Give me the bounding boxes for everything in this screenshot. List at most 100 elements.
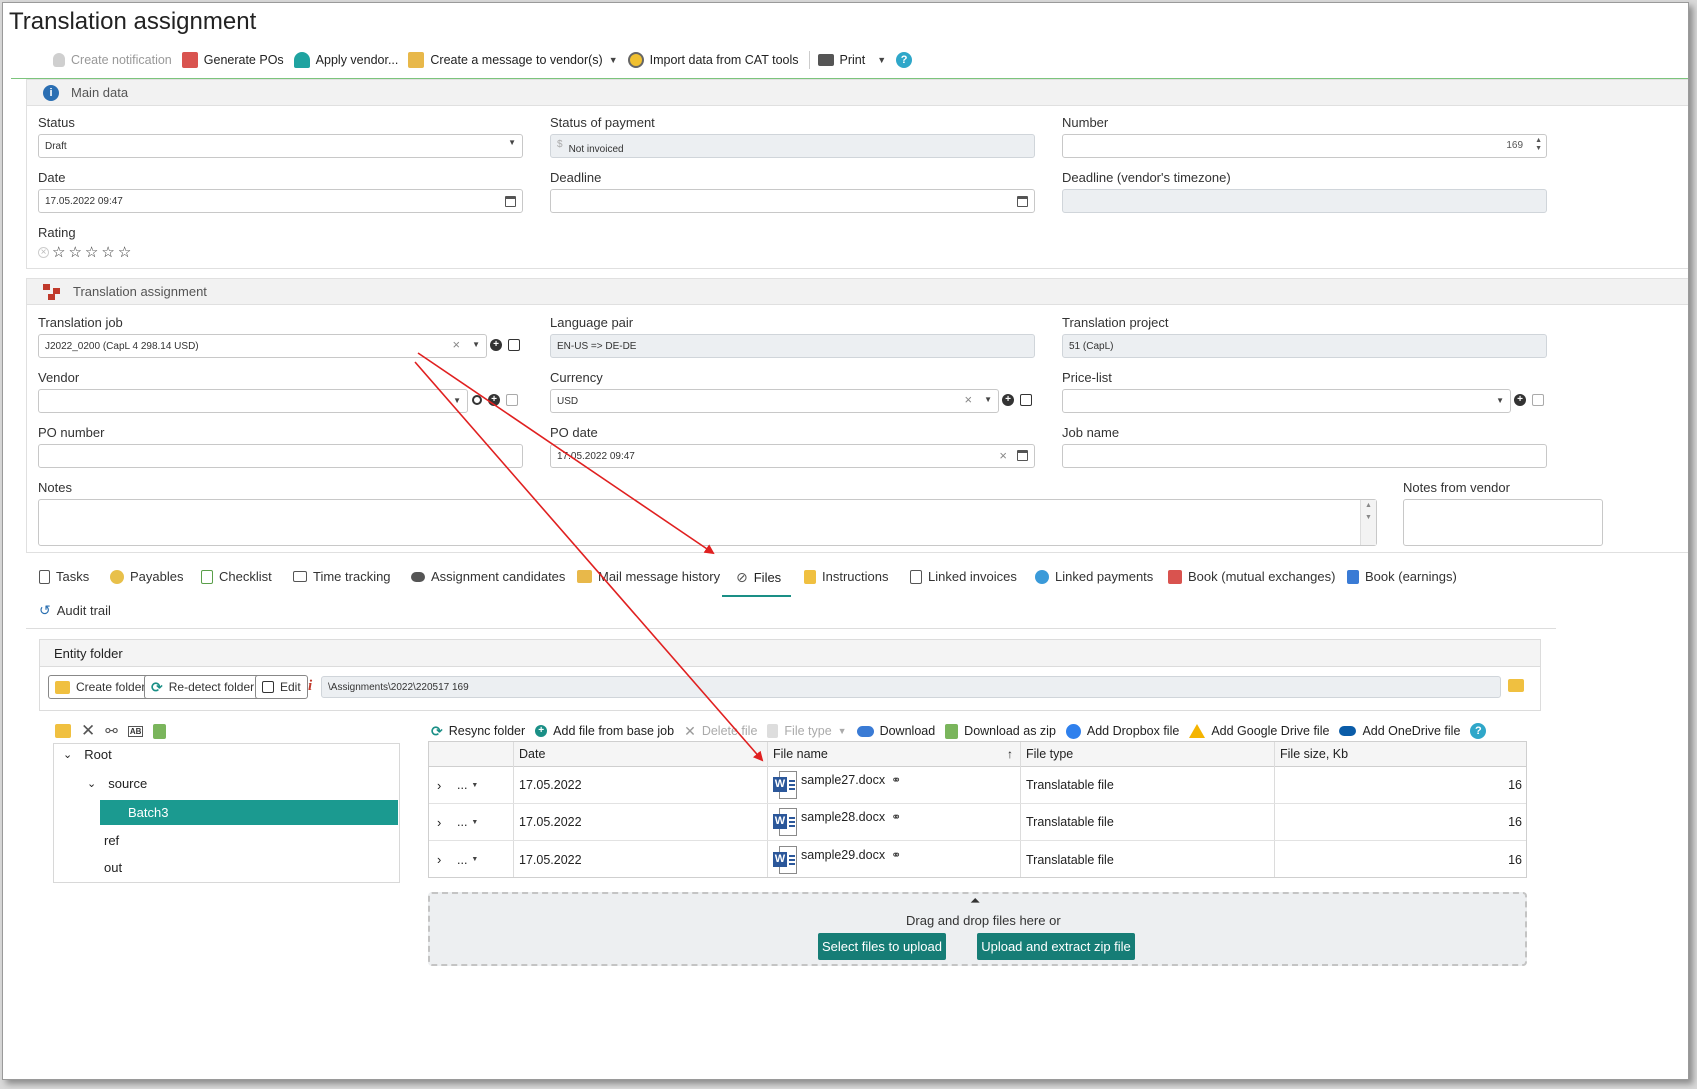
rating-stars[interactable]: × ☆ ☆ ☆ ☆ ☆ <box>38 243 131 261</box>
tab-mail-history[interactable]: Mail message history <box>577 569 720 584</box>
help-button[interactable]: ? <box>896 52 913 68</box>
table-row[interactable]: › ... ▼ 17.05.2022 W sample27.docx ⚭ Tran… <box>429 767 1526 804</box>
add-icon[interactable]: + <box>490 339 502 351</box>
tab-instructions[interactable]: Instructions <box>804 569 888 584</box>
notes-from-vendor-field[interactable] <box>1403 499 1603 546</box>
select-files-button[interactable]: Select files to upload <box>818 933 946 960</box>
print-button[interactable]: Print ▼ <box>817 53 886 67</box>
cell-file-name[interactable]: W sample27.docx ⚭ <box>773 767 901 803</box>
apply-vendor-button[interactable]: Apply vendor... <box>293 52 398 68</box>
edit-icon[interactable] <box>1020 394 1032 406</box>
generate-pos-button[interactable]: Generate POs <box>181 52 284 68</box>
price-list-select[interactable]: ▼ <box>1062 389 1511 413</box>
create-folder-button[interactable]: Create folder <box>48 675 153 699</box>
currency-select[interactable]: USD × ▼ <box>550 389 999 413</box>
clear-rating-icon[interactable]: × <box>38 246 49 258</box>
link-icon[interactable]: ⚭ <box>891 773 901 787</box>
add-file-from-base-button[interactable]: + Add file from base job <box>535 724 674 738</box>
chevron-down-icon[interactable]: ▼ <box>877 55 886 65</box>
notes-textarea[interactable]: ▲ ▼ <box>38 499 1377 546</box>
tree-node-ref[interactable]: ref <box>104 833 119 848</box>
tab-audit-trail[interactable]: ↺ Audit trail <box>39 602 111 619</box>
help-button[interactable]: ? <box>1470 723 1487 739</box>
column-header-file-type[interactable]: File type <box>1026 742 1073 766</box>
add-icon[interactable]: + <box>488 394 500 406</box>
column-header-file-size[interactable]: File size, Kb <box>1280 742 1348 766</box>
tab-assignment-candidates[interactable]: Assignment candidates <box>411 569 565 584</box>
add-dropbox-button[interactable]: Add Dropbox file <box>1065 723 1179 739</box>
unlink-icon[interactable]: ⚯ <box>105 722 118 740</box>
tab-linked-payments[interactable]: Linked payments <box>1035 569 1153 584</box>
row-menu[interactable]: ... ▼ <box>457 767 478 803</box>
star-icon[interactable]: ☆ <box>85 243 98 261</box>
redetect-folder-button[interactable]: ⟳ Re-detect folder <box>144 675 262 699</box>
column-header-file-name[interactable]: File name ↑ <box>773 742 1013 766</box>
tab-checklist[interactable]: Checklist <box>201 569 272 584</box>
edit-icon[interactable] <box>508 339 520 351</box>
job-name-field[interactable] <box>1062 444 1547 468</box>
column-header-date[interactable]: Date <box>519 742 545 766</box>
rename-icon[interactable]: AB <box>127 725 144 737</box>
clear-icon[interactable]: × <box>452 337 460 352</box>
sort-asc-icon[interactable]: ↑ <box>1007 747 1013 761</box>
star-icon[interactable]: ☆ <box>68 243 81 261</box>
chevron-right-icon[interactable]: › <box>437 767 441 803</box>
table-row[interactable]: › ... ▼ 17.05.2022 W sample28.docx ⚭ Tran… <box>429 804 1526 841</box>
create-message-button[interactable]: Create a message to vendor(s) ▼ <box>408 52 618 68</box>
po-number-field[interactable] <box>38 444 523 468</box>
chevron-down-icon[interactable]: ▼ <box>1496 396 1504 405</box>
row-menu[interactable]: ... ▼ <box>457 841 478 878</box>
clear-icon[interactable]: × <box>964 392 972 407</box>
star-icon[interactable]: ☆ <box>101 243 114 261</box>
tab-time-tracking[interactable]: Time tracking <box>293 569 391 584</box>
status-select[interactable]: Draft ▼ <box>38 134 523 158</box>
edit-folder-button[interactable]: Edit <box>255 675 308 699</box>
vendor-select[interactable]: ▼ <box>38 389 468 413</box>
number-field[interactable]: 169 ▲ ▼ <box>1062 134 1547 158</box>
add-onedrive-button[interactable]: Add OneDrive file <box>1339 724 1460 738</box>
date-field[interactable]: 17.05.2022 09:47 <box>38 189 523 213</box>
chevron-right-icon[interactable]: › <box>437 841 441 878</box>
tab-linked-invoices[interactable]: Linked invoices <box>910 569 1017 584</box>
clear-icon[interactable]: × <box>999 448 1007 463</box>
open-folder-icon[interactable] <box>1508 679 1524 692</box>
create-notification-button[interactable]: Create notification <box>53 53 172 67</box>
table-row[interactable]: › ... ▼ 17.05.2022 W sample29.docx ⚭ Tran… <box>429 841 1526 878</box>
file-name[interactable]: sample29.docx <box>801 848 885 862</box>
chevron-right-icon[interactable]: › <box>437 804 441 840</box>
chevron-down-icon[interactable]: ⌄ <box>63 748 72 761</box>
star-icon[interactable]: ☆ <box>118 243 131 261</box>
delete-icon[interactable]: ✕ <box>81 721 95 741</box>
tab-tasks[interactable]: Tasks <box>39 569 89 584</box>
resync-folder-button[interactable]: ⟳ Resync folder <box>431 723 525 740</box>
tree-node-root[interactable]: ⌄ Root <box>63 747 112 762</box>
tree-node-source[interactable]: ⌄ source <box>87 776 147 791</box>
number-stepper[interactable]: ▲ ▼ <box>1535 137 1542 153</box>
deadline-field[interactable] <box>550 189 1035 213</box>
folder-add-icon[interactable] <box>55 724 71 738</box>
chevron-down-icon[interactable]: ▼ <box>472 340 480 349</box>
tab-files[interactable]: ⊘ Files <box>736 569 781 586</box>
chevron-down-icon[interactable]: ▼ <box>984 395 992 404</box>
translation-job-select[interactable]: J2022_0200 (CapL 4 298.14 USD) × ▼ <box>38 334 487 358</box>
add-google-drive-button[interactable]: Add Google Drive file <box>1189 724 1329 738</box>
star-icon[interactable]: ☆ <box>52 243 65 261</box>
file-name[interactable]: sample27.docx <box>801 773 885 787</box>
calendar-icon[interactable] <box>1017 196 1028 207</box>
scrollbar[interactable]: ▲ ▼ <box>1360 500 1376 545</box>
assignment-header[interactable]: Translation assignment <box>27 279 1688 305</box>
chevron-down-icon[interactable]: ▼ <box>609 55 618 65</box>
tree-node-out[interactable]: out <box>104 860 122 875</box>
calendar-icon[interactable] <box>1017 450 1028 461</box>
po-date-field[interactable]: 17.05.2022 09:47 × <box>550 444 1035 468</box>
cell-file-name[interactable]: W sample28.docx ⚭ <box>773 804 901 840</box>
main-data-header[interactable]: i Main data <box>27 80 1688 106</box>
tab-book-earnings[interactable]: Book (earnings) <box>1347 569 1457 584</box>
add-icon[interactable]: + <box>1514 394 1526 406</box>
calendar-icon[interactable] <box>505 196 516 207</box>
add-icon[interactable]: + <box>1002 394 1014 406</box>
cell-file-name[interactable]: W sample29.docx ⚭ <box>773 841 901 878</box>
download-zip-button[interactable]: Download as zip <box>945 723 1056 739</box>
tab-book-mutual[interactable]: Book (mutual exchanges) <box>1168 569 1335 584</box>
upload-zip-button[interactable]: Upload and extract zip file <box>977 933 1135 960</box>
